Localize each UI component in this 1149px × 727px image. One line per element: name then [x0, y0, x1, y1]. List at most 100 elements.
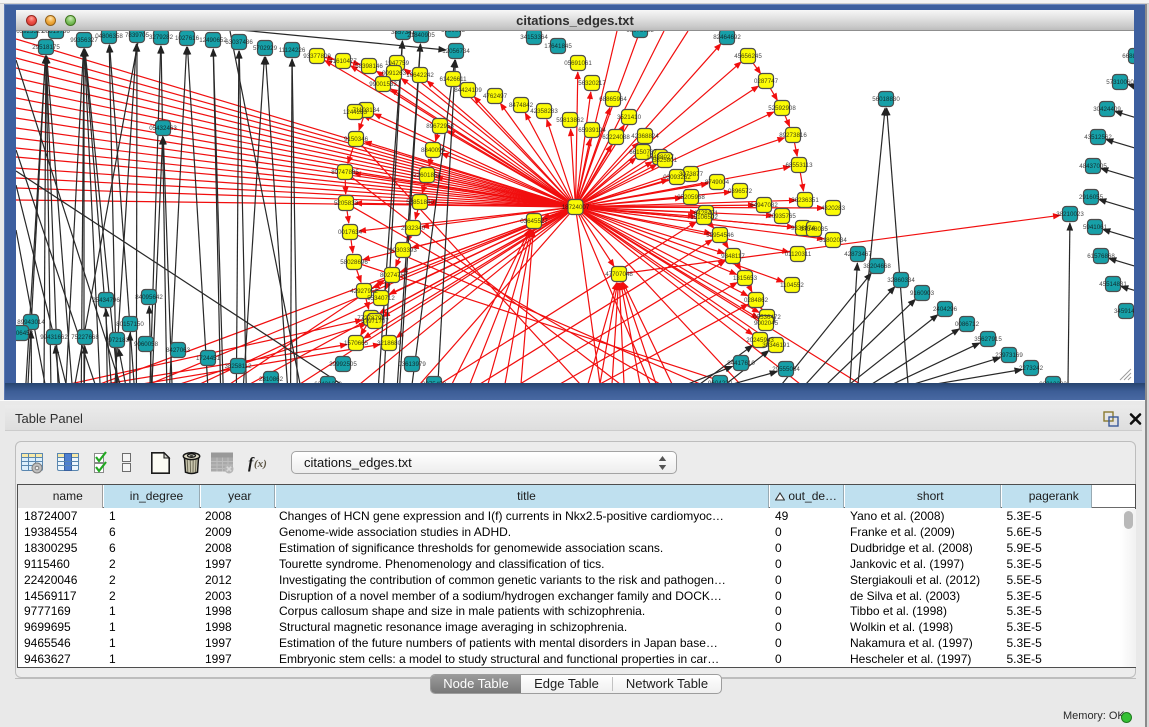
svg-text:05691061: 05691061 [564, 60, 592, 67]
svg-text:1244283: 1244283 [343, 109, 368, 116]
svg-text:32860334: 32860334 [887, 277, 915, 284]
svg-text:63421278: 63421278 [314, 381, 342, 383]
svg-text:6656665: 6656665 [441, 31, 466, 34]
svg-text:39992505: 39992505 [329, 361, 357, 368]
svg-text:93377809: 93377809 [303, 53, 331, 60]
svg-text:2275459: 2275459 [422, 381, 447, 383]
svg-text:0284862: 0284862 [744, 297, 769, 304]
svg-text:2404296: 2404296 [933, 306, 958, 313]
svg-text:9006458: 9006458 [16, 330, 34, 337]
svg-text:4320283: 4320283 [821, 205, 846, 212]
svg-text:56320217: 56320217 [578, 80, 606, 87]
svg-text:1104552: 1104552 [780, 282, 804, 289]
svg-text:03093262: 03093262 [663, 174, 691, 181]
svg-text:61576868: 61576868 [1087, 253, 1115, 260]
svg-text:59813862: 59813862 [556, 117, 584, 124]
svg-text:05432463: 05432463 [149, 125, 177, 132]
svg-text:55954546: 55954546 [706, 232, 734, 239]
svg-text:9160903: 9160903 [910, 290, 935, 297]
svg-text:99356327: 99356327 [70, 37, 98, 44]
svg-text:87971707: 87971707 [361, 318, 389, 325]
svg-text:5941061: 5941061 [1083, 224, 1108, 231]
svg-text:41610477: 41610477 [329, 58, 357, 65]
svg-text:56018830: 56018830 [872, 96, 900, 103]
svg-text:69973653: 69973653 [626, 31, 654, 34]
svg-text:63923321: 63923321 [16, 31, 44, 35]
svg-text:1027616: 1027616 [175, 35, 200, 42]
svg-text:57310060: 57310060 [1106, 79, 1134, 86]
svg-text:55340712: 55340712 [367, 295, 395, 302]
svg-text:11124226: 11124226 [279, 47, 306, 54]
svg-text:21840905: 21840905 [407, 32, 435, 39]
svg-text:89273816: 89273816 [779, 132, 807, 139]
svg-text:89672958: 89672958 [426, 123, 454, 130]
svg-text:01120311: 01120311 [785, 251, 812, 258]
svg-text:17641845: 17641845 [544, 43, 572, 50]
svg-text:47707048: 47707048 [605, 271, 633, 278]
svg-text:38210023: 38210023 [1056, 211, 1084, 218]
svg-text:42873467: 42873467 [844, 251, 872, 258]
svg-text:5205833: 5205833 [334, 200, 359, 207]
svg-text:38204668: 38204668 [863, 263, 891, 270]
svg-text:95205958: 95205958 [677, 194, 705, 201]
svg-text:03613979: 03613979 [398, 361, 426, 368]
svg-text:80157150: 80157150 [116, 321, 144, 328]
svg-text:22601858: 22601858 [413, 172, 441, 179]
svg-text:7972183: 7972183 [105, 337, 130, 344]
svg-text:9604220: 9604220 [708, 380, 733, 383]
svg-text:8027475: 8027475 [380, 272, 405, 279]
svg-text:30346191: 30346191 [762, 342, 790, 349]
svg-text:42358283: 42358283 [530, 108, 558, 115]
svg-text:30424409: 30424409 [1093, 106, 1121, 113]
svg-text:1724451: 1724451 [196, 355, 221, 362]
svg-text:03645527: 03645527 [520, 218, 548, 225]
svg-text:64947082: 64947082 [750, 202, 778, 209]
svg-text:0086712: 0086712 [955, 321, 980, 328]
svg-text:48437005: 48437005 [1079, 163, 1107, 170]
svg-text:29518175: 29518175 [32, 44, 60, 51]
svg-text:37348035: 37348035 [800, 226, 828, 233]
svg-text:62224088: 62224088 [602, 134, 630, 141]
svg-text:23973169: 23973169 [995, 352, 1023, 359]
svg-text:84417610: 84417610 [727, 360, 755, 367]
svg-text:58398146: 58398146 [355, 63, 383, 70]
svg-text:31802034: 31802034 [819, 237, 847, 244]
svg-text:68553113: 68553113 [785, 162, 813, 169]
svg-text:68819736: 68819736 [42, 31, 70, 35]
svg-text:66881345: 66881345 [1122, 53, 1134, 60]
svg-text:9060058: 9060058 [134, 341, 159, 348]
svg-text:63037486: 63037486 [225, 39, 253, 46]
svg-text:65939194: 65939194 [578, 127, 606, 134]
svg-text:10642242: 10642242 [406, 72, 434, 79]
svg-text:25434796: 25434796 [92, 297, 120, 304]
svg-text:04806358: 04806358 [95, 33, 123, 40]
svg-text:0396572: 0396572 [728, 188, 753, 195]
svg-text:1947759: 1947759 [385, 60, 410, 67]
svg-text:38258112: 38258112 [224, 363, 252, 370]
svg-text:34153364: 34153364 [520, 34, 548, 41]
svg-text:20935765: 20935765 [768, 213, 796, 220]
svg-text:8427063: 8427063 [166, 347, 191, 354]
svg-text:8840099: 8840099 [421, 147, 446, 154]
svg-text:52592908: 52592908 [768, 105, 796, 112]
svg-text:5825801: 5825801 [653, 157, 678, 164]
svg-text:52851840: 52851840 [406, 199, 434, 206]
svg-text:82464692: 82464692 [713, 34, 741, 41]
svg-text:7839705: 7839705 [125, 32, 150, 39]
svg-text:45514831: 45514831 [1099, 281, 1127, 288]
svg-text:2273242: 2273242 [1019, 365, 1044, 372]
svg-text:84424109: 84424109 [454, 87, 482, 94]
svg-text:42927952: 42927952 [350, 288, 378, 295]
svg-text:80747895: 80747895 [331, 169, 359, 176]
svg-text:3279282: 3279282 [149, 34, 174, 41]
svg-text:36236351: 36236351 [791, 197, 819, 204]
svg-text:75227668: 75227668 [71, 334, 99, 341]
svg-text:1315653: 1315653 [733, 275, 758, 282]
svg-text:12056734: 12056734 [442, 48, 470, 55]
svg-text:84095642: 84095642 [135, 294, 163, 301]
svg-text:88813383: 88813383 [1039, 381, 1067, 383]
svg-text:99431662: 99431662 [40, 334, 68, 341]
svg-text:(x): (x) [254, 458, 267, 470]
svg-text:0287747: 0287747 [754, 78, 779, 85]
svg-text:2916055: 2916055 [1079, 194, 1104, 201]
